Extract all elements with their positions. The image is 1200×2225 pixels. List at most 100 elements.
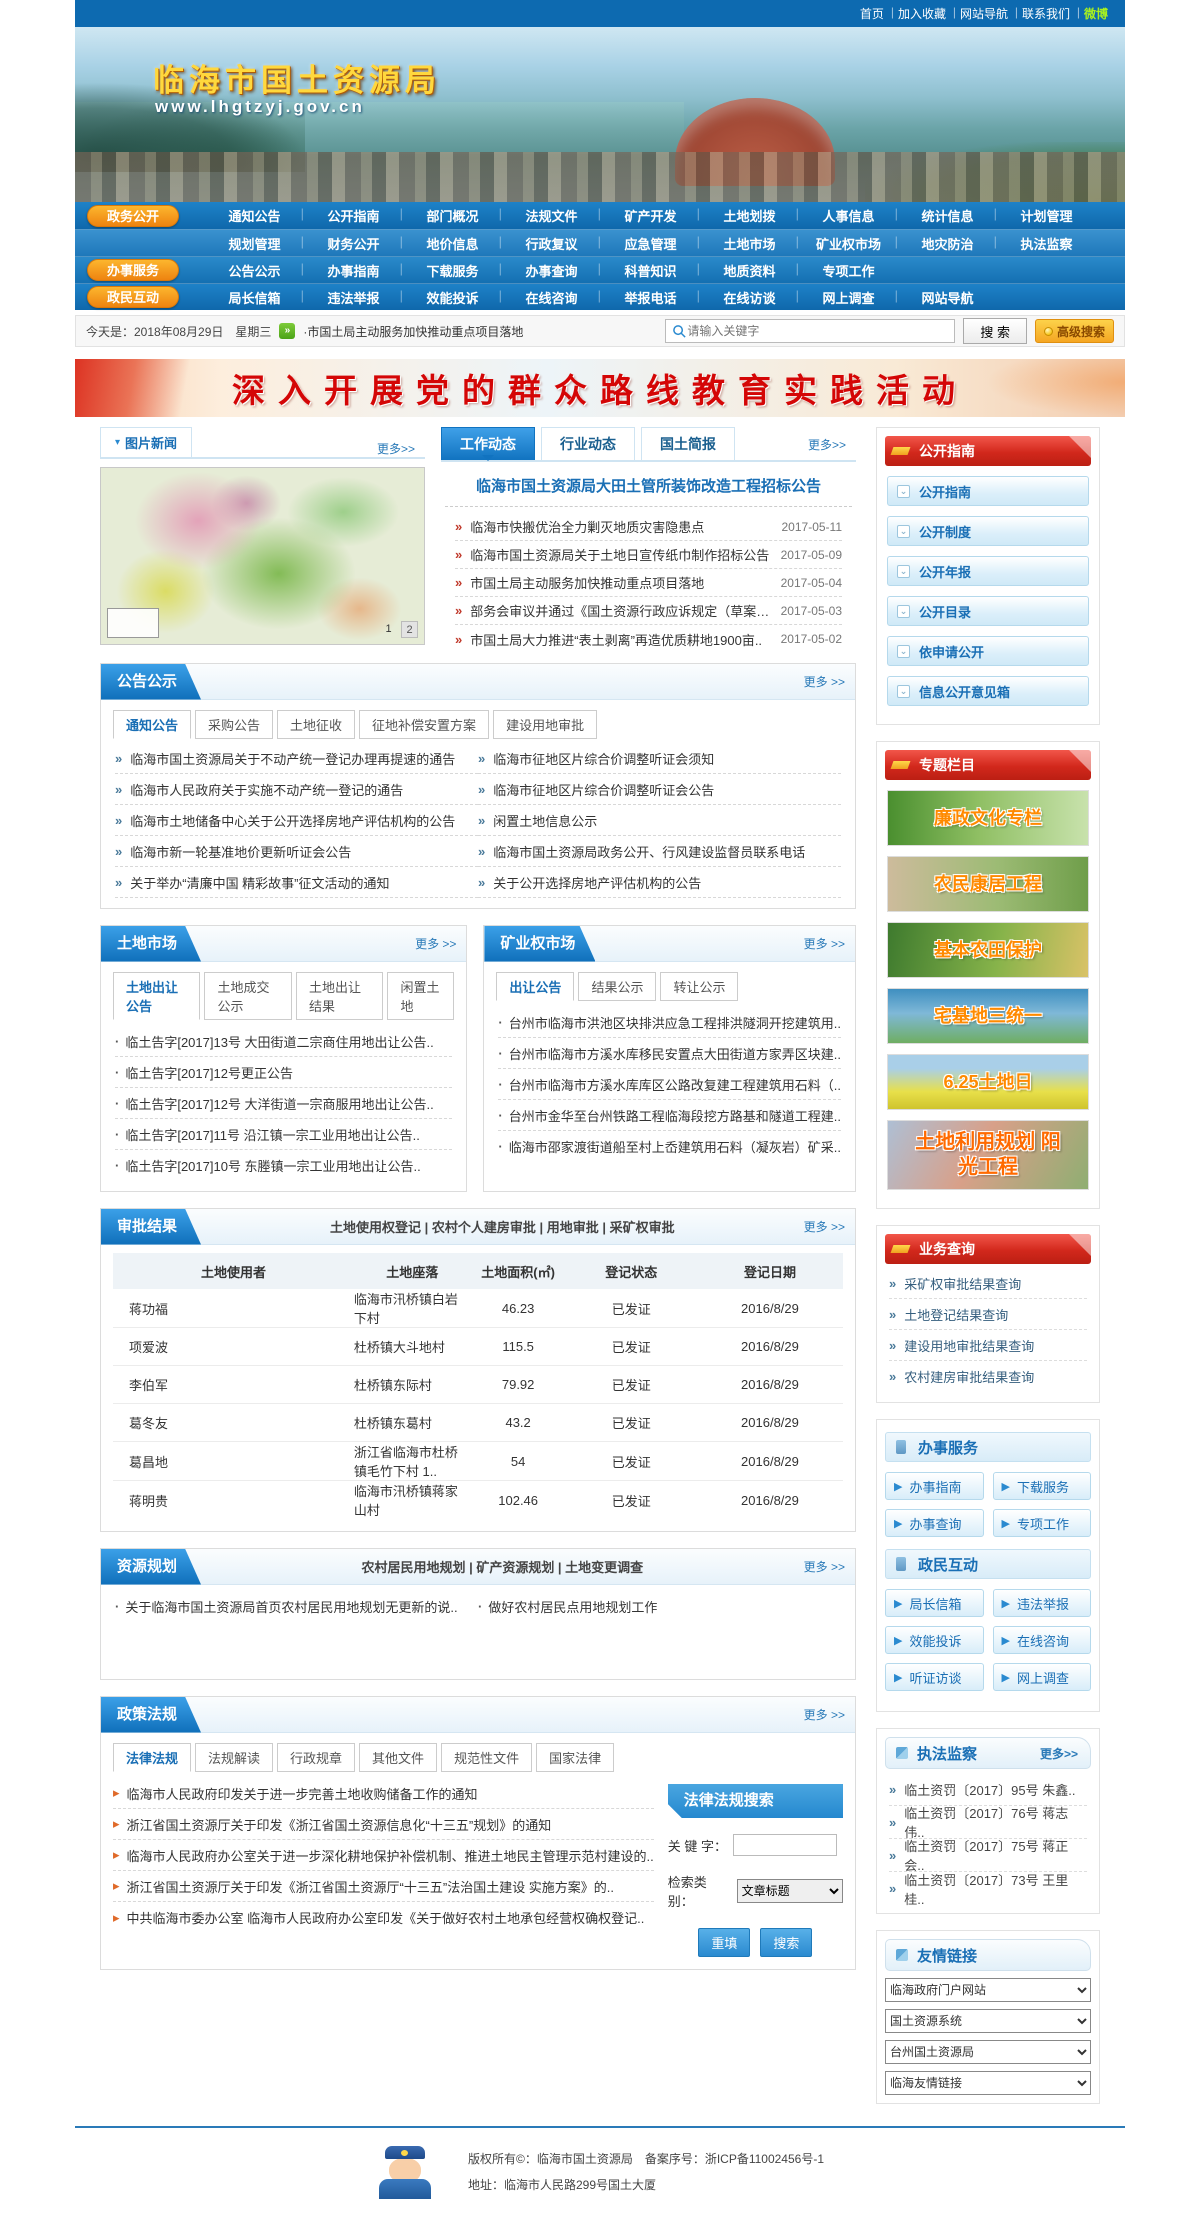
notice-item[interactable]: » 临海市国土资源局政务公开、行风建设监督员联系电话 bbox=[478, 836, 841, 867]
topbar-link[interactable]: 微博 bbox=[1077, 5, 1115, 22]
land-market-item[interactable]: · 临土告字[2017]12号 大洋街道一宗商服用地出让公告.. bbox=[115, 1088, 452, 1119]
nav-link[interactable]: 地灾防治 bbox=[898, 234, 997, 253]
enforcement-item[interactable]: » 临土资罚〔2017〕75号 蒋正会.. bbox=[889, 1839, 1087, 1872]
policy-tab[interactable]: 国家法律 bbox=[536, 1743, 614, 1772]
approval-more-link[interactable]: 更多 >> bbox=[804, 1218, 845, 1235]
nav-link[interactable]: 公开指南 bbox=[304, 206, 403, 225]
nav-link[interactable]: 下载服务 bbox=[403, 261, 502, 280]
notice-tab[interactable]: 通知公告 bbox=[113, 710, 191, 739]
policy-item[interactable]: ▸ 临海市人民政府印发关于进一步完善土地收购储备工作的通知 bbox=[113, 1778, 654, 1809]
enforcement-item[interactable]: » 临土资罚〔2017〕95号 朱鑫.. bbox=[889, 1773, 1087, 1806]
business-query-item[interactable]: » 建设用地审批结果查询 bbox=[889, 1330, 1087, 1361]
land-market-tab[interactable]: 土地出让结果 bbox=[296, 972, 383, 1020]
interaction-button[interactable]: ▶ 效能投诉 bbox=[885, 1626, 984, 1654]
news-item[interactable]: » 临海市快搬优治全力剿灭地质灾害隐患点 2017-05-11 bbox=[455, 513, 842, 541]
land-market-item[interactable]: · 临土告字[2017]10号 东塍镇一宗工业用地出让公告.. bbox=[115, 1150, 452, 1181]
nav-category-zhengwu[interactable]: 政务公开 bbox=[87, 205, 179, 227]
planning-item[interactable]: · 关于临海市国土资源局首页农村居民用地规划无更新的说.. bbox=[115, 1589, 478, 1623]
land-market-item[interactable]: · 临土告字[2017]12号更正公告 bbox=[115, 1057, 452, 1088]
nav-link[interactable]: 在线访谈 bbox=[700, 288, 799, 307]
notice-tab[interactable]: 建设用地审批 bbox=[493, 710, 597, 739]
land-market-more-link[interactable]: 更多 >> bbox=[415, 935, 456, 952]
nav-link[interactable]: 矿业权市场 bbox=[799, 234, 898, 253]
interaction-button[interactable]: ▶ 在线咨询 bbox=[993, 1626, 1092, 1654]
topic-banner[interactable]: 土地利用规划 阳光工程 bbox=[887, 1120, 1089, 1190]
open-guide-item[interactable]: ⌄ 依申请公开 bbox=[887, 636, 1089, 666]
nav-link[interactable]: 办事指南 bbox=[304, 261, 403, 280]
topic-banner[interactable]: 基本农田保护 bbox=[887, 922, 1089, 978]
pagination-button[interactable]: 2 bbox=[401, 621, 418, 638]
friendly-link-select[interactable]: 国土资源系统 bbox=[885, 2009, 1091, 2033]
notice-tab[interactable]: 采购公告 bbox=[195, 710, 273, 739]
advanced-search-button[interactable]: 高级搜索 bbox=[1035, 319, 1114, 343]
topic-banner[interactable]: 宅基地三统一 bbox=[887, 988, 1089, 1044]
nav-link[interactable]: 部门概况 bbox=[403, 206, 502, 225]
policy-tab[interactable]: 其他文件 bbox=[359, 1743, 437, 1772]
notice-tab[interactable]: 土地征收 bbox=[277, 710, 355, 739]
interaction-button[interactable]: ▶ 听证访谈 bbox=[885, 1663, 984, 1691]
nav-link[interactable]: 地价信息 bbox=[403, 234, 502, 253]
mining-market-item[interactable]: · 台州市临海市方溪水库库区公路改复建工程建筑用石料（.. bbox=[498, 1069, 841, 1100]
nav-link[interactable]: 科普知识 bbox=[601, 261, 700, 280]
notice-item[interactable]: » 关于举办“清廉中国 精彩故事”征文活动的通知 bbox=[115, 867, 478, 898]
nav-link[interactable]: 行政复议 bbox=[502, 234, 601, 253]
land-market-tab[interactable]: 土地出让公告 bbox=[113, 972, 200, 1020]
nav-link[interactable]: 地质资料 bbox=[700, 261, 799, 280]
nav-link[interactable]: 违法举报 bbox=[304, 288, 403, 307]
nav-link[interactable]: 人事信息 bbox=[799, 206, 898, 225]
interaction-button[interactable]: ▶ 局长信箱 bbox=[885, 1589, 984, 1617]
nav-link[interactable]: 土地市场 bbox=[700, 234, 799, 253]
news-tab[interactable]: 行业动态 bbox=[541, 427, 635, 460]
news-item[interactable]: » 临海市国土资源局关于土地日宣传纸巾制作招标公告 2017-05-09 bbox=[455, 541, 842, 569]
business-query-item[interactable]: » 农村建房审批结果查询 bbox=[889, 1361, 1087, 1392]
service-button[interactable]: ▶ 办事指南 bbox=[885, 1472, 984, 1500]
enforcement-item[interactable]: » 临土资罚〔2017〕76号 蒋志伟.. bbox=[889, 1806, 1087, 1839]
nav-link[interactable]: 局长信箱 bbox=[205, 288, 304, 307]
notice-item[interactable]: » 临海市征地区片综合价调整听证会须知 bbox=[478, 743, 841, 774]
topbar-link[interactable]: 网站导航 bbox=[953, 5, 1015, 22]
photo-news-map-image[interactable]: 12 bbox=[100, 467, 425, 645]
mining-market-item[interactable]: · 台州市金华至台州铁路工程临海段挖方路基和隧道工程建.. bbox=[498, 1100, 841, 1131]
friendly-link-select[interactable]: 台州国土资源局 bbox=[885, 2040, 1091, 2064]
approval-category-links[interactable]: 土地使用权登记 | 农村个人建房审批 | 用地审批 | 采矿权审批 bbox=[201, 1217, 804, 1236]
interaction-button[interactable]: ▶ 网上调查 bbox=[993, 1663, 1092, 1691]
open-guide-item[interactable]: ⌄ 公开年报 bbox=[887, 556, 1089, 586]
nav-link[interactable]: 规划管理 bbox=[205, 234, 304, 253]
nav-link[interactable]: 统计信息 bbox=[898, 206, 997, 225]
open-guide-item[interactable]: ⌄ 信息公开意见箱 bbox=[887, 676, 1089, 706]
nav-link[interactable]: 土地划拨 bbox=[700, 206, 799, 225]
notice-item[interactable]: » 临海市土地储备中心关于公开选择房地产评估机构的公告 bbox=[115, 805, 478, 836]
topic-banner[interactable]: 农民康居工程 bbox=[887, 856, 1089, 912]
nav-category-zhengmin[interactable]: 政民互动 bbox=[87, 286, 179, 308]
news-item[interactable]: » 部务会审议并通过《国土资源行政应诉规定（草案）.. 2017-05-03 bbox=[455, 597, 842, 625]
enforcement-item[interactable]: » 临土资罚〔2017〕73号 王里桂.. bbox=[889, 1872, 1087, 1905]
nav-link[interactable]: 办事查询 bbox=[502, 261, 601, 280]
notice-item[interactable]: » 临海市人民政府关于实施不动产统一登记的通告 bbox=[115, 774, 478, 805]
business-query-item[interactable]: » 采矿权审批结果查询 bbox=[889, 1268, 1087, 1299]
mining-market-tab[interactable]: 结果公示 bbox=[578, 972, 656, 1001]
keyword-input[interactable] bbox=[733, 1834, 837, 1856]
enforcement-more-link[interactable]: 更多>> bbox=[1040, 1745, 1078, 1762]
friendly-link-select[interactable]: 临海友情链接 bbox=[885, 2071, 1091, 2095]
topbar-link[interactable]: 首页 bbox=[853, 5, 891, 22]
open-guide-item[interactable]: ⌄ 公开制度 bbox=[887, 516, 1089, 546]
planning-item[interactable]: · 做好农村居民点用地规划工作 bbox=[478, 1589, 841, 1623]
service-button[interactable]: ▶ 下载服务 bbox=[993, 1472, 1092, 1500]
policy-item[interactable]: ▸ 浙江省国土资源厅关于印发《浙江省国土资源信息化“十三五”规划》的通知 bbox=[113, 1809, 654, 1840]
policy-tab[interactable]: 规范性文件 bbox=[441, 1743, 532, 1772]
mining-market-more-link[interactable]: 更多 >> bbox=[804, 935, 845, 952]
policy-item[interactable]: ▸ 中共临海市委办公室 临海市人民政府办公室印发《关于做好农村土地承包经营权确权… bbox=[113, 1902, 654, 1933]
news-headline-link[interactable]: 临海市国土资源局大田土管所装饰改造工程招标公告 bbox=[445, 462, 852, 507]
nav-link[interactable]: 在线咨询 bbox=[502, 288, 601, 307]
service-button[interactable]: ▶ 专项工作 bbox=[993, 1509, 1092, 1537]
land-market-item[interactable]: · 临土告字[2017]13号 大田街道二宗商住用地出让公告.. bbox=[115, 1026, 452, 1057]
interaction-button[interactable]: ▶ 违法举报 bbox=[993, 1589, 1092, 1617]
search-category-select[interactable]: 文章标题 bbox=[737, 1879, 843, 1903]
notice-item[interactable]: » 临海市征地区片综合价调整听证会公告 bbox=[478, 774, 841, 805]
notice-item[interactable]: » 闲置土地信息公示 bbox=[478, 805, 841, 836]
nav-link[interactable]: 公告公示 bbox=[205, 261, 304, 280]
notice-item[interactable]: » 关于公开选择房地产评估机构的公告 bbox=[478, 867, 841, 898]
topbar-link[interactable]: 联系我们 bbox=[1015, 5, 1077, 22]
land-market-item[interactable]: · 临土告字[2017]11号 沿江镇一宗工业用地出让公告.. bbox=[115, 1119, 452, 1150]
mining-market-item[interactable]: · 台州市临海市方溪水库移民安置点大田街道方家弄区块建.. bbox=[498, 1038, 841, 1069]
